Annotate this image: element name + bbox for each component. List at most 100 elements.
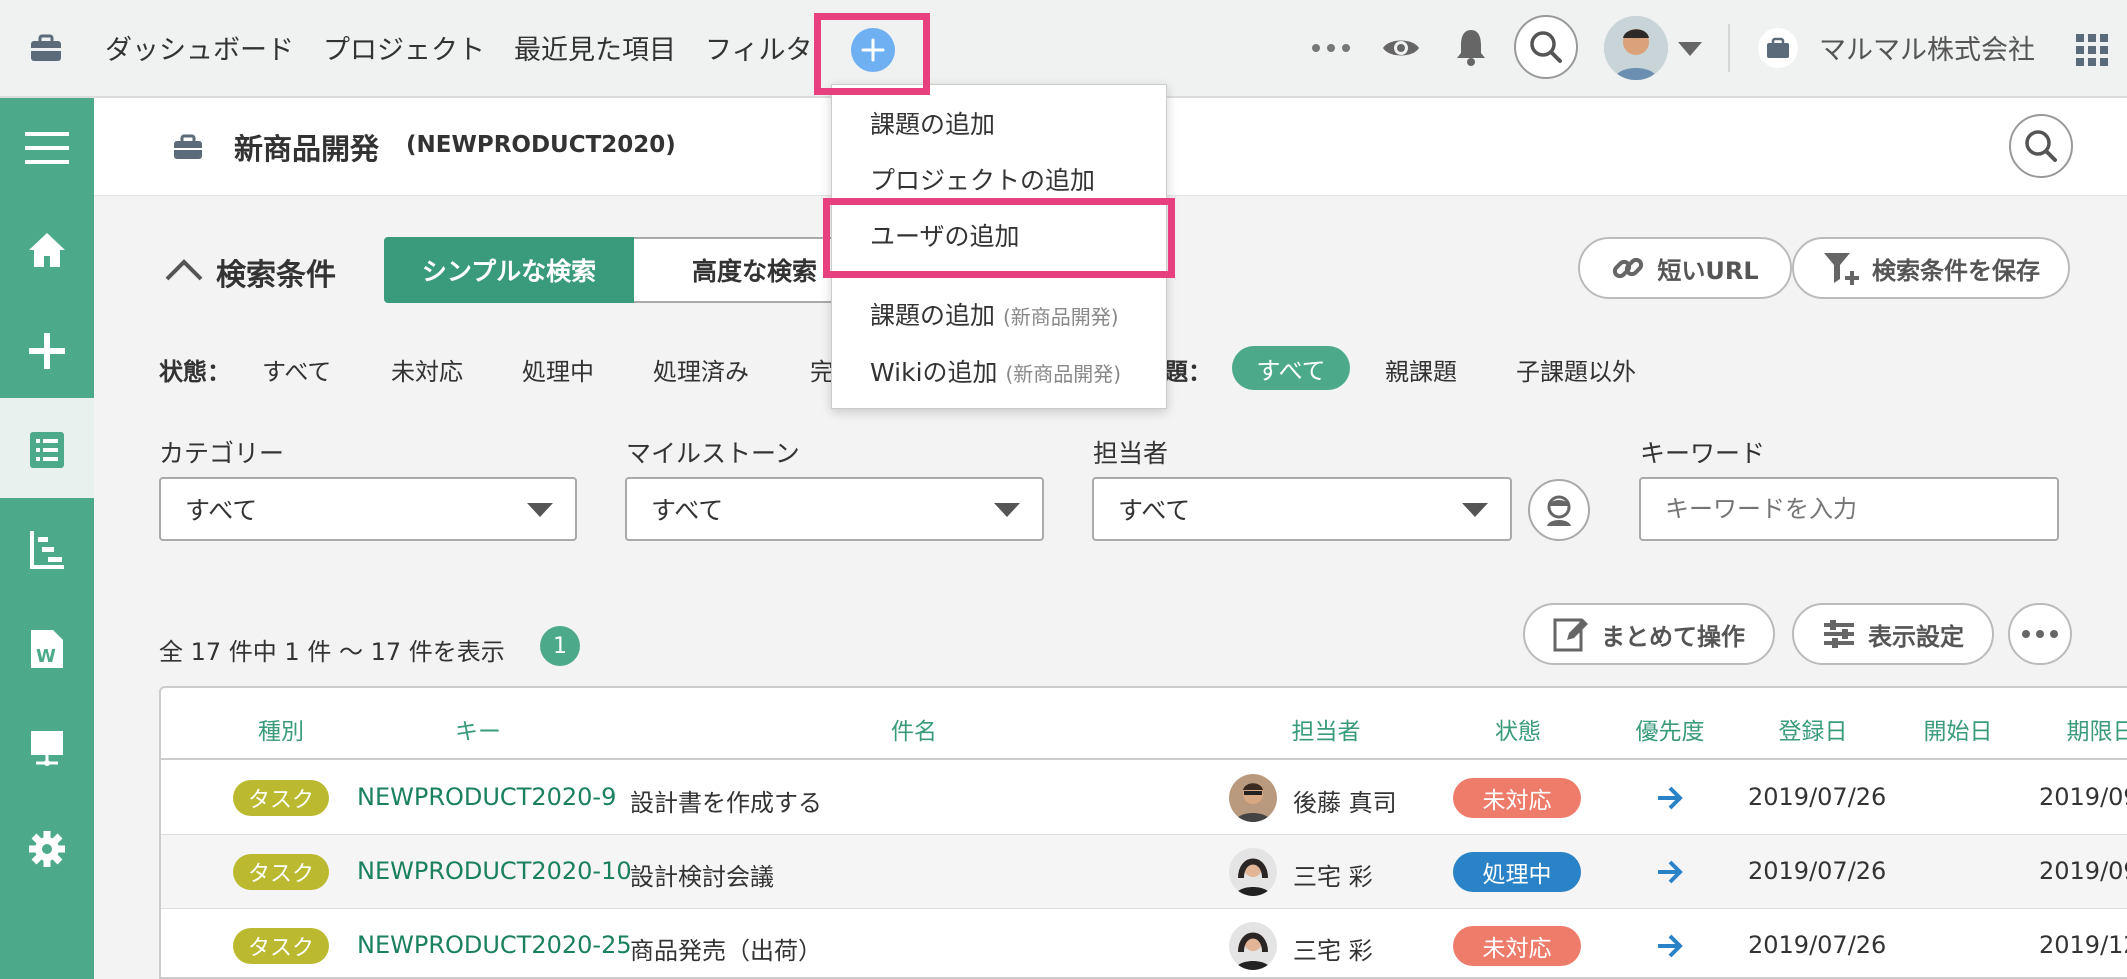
status-open[interactable]: 未対応 [391, 352, 463, 387]
settings-icon[interactable] [24, 826, 70, 872]
files-icon[interactable] [24, 726, 70, 770]
chevron-down-icon[interactable] [1677, 40, 1703, 58]
issues-list-icon[interactable] [24, 428, 70, 472]
milestone-select[interactable]: すべて [625, 477, 1044, 541]
apps-grid-icon[interactable] [2074, 32, 2110, 68]
col-subject[interactable]: 件名 [891, 712, 937, 746]
col-priority[interactable]: 優先度 [1636, 712, 1705, 746]
more-options-button[interactable] [2008, 603, 2072, 665]
nav-recent[interactable]: 最近見た項目 [514, 28, 676, 67]
project-search-icon[interactable] [2009, 114, 2073, 178]
menu-add-issue-project-note: (新商品開発) [1002, 305, 1119, 329]
category-select[interactable]: すべて [159, 477, 577, 541]
status-all[interactable]: すべて [262, 352, 331, 387]
table-row[interactable]: タスク NEWPRODUCT2020-9 設計書を作成する 後藤 真司 未対応 … [161, 761, 2127, 835]
more-icon[interactable] [1310, 40, 1352, 56]
issue-subject[interactable]: 設計書を作成する [630, 783, 822, 818]
bell-icon[interactable] [1451, 26, 1491, 68]
due-date: 2019/09 [2039, 783, 2127, 811]
home-icon[interactable] [24, 228, 70, 272]
company-name[interactable]: マルマル株式会社 [1819, 28, 2035, 67]
issue-type-tag: タスク [233, 854, 329, 890]
nav-projects[interactable]: プロジェクト [323, 28, 485, 67]
more-icon [2022, 630, 2058, 638]
due-date: 2019/12 [2039, 931, 2127, 959]
col-key[interactable]: キー [455, 712, 501, 746]
issue-key[interactable]: NEWPRODUCT2020-25 [357, 931, 632, 959]
menu-icon[interactable] [24, 128, 70, 168]
filter-plus-icon [1824, 253, 1859, 285]
arrow-right-icon [1658, 934, 1683, 958]
assignee-avatar [1229, 774, 1277, 822]
assignee-value: すべて [1118, 496, 1191, 525]
tab-advanced-search[interactable]: 高度な検索 [634, 237, 854, 303]
table-row[interactable]: タスク NEWPRODUCT2020-25 商品発売（出荷） 三宅 彩 未対応 … [161, 909, 2127, 977]
not-child[interactable]: 子課題以外 [1516, 352, 1636, 387]
menu-add-wiki-project[interactable]: Wikiの追加 (新商品開発) [870, 353, 1121, 389]
col-created[interactable]: 登録日 [1779, 712, 1848, 746]
briefcase-icon[interactable] [28, 32, 64, 64]
page-number: 1 [553, 633, 567, 659]
menu-add-issue-project[interactable]: 課題の追加 (新商品開発) [870, 296, 1119, 332]
status-resolved[interactable]: 処理済み [653, 352, 749, 387]
col-due[interactable]: 期限日 [2067, 712, 2127, 746]
display-settings-label: 表示設定 [1868, 622, 1964, 651]
add-icon[interactable] [24, 328, 70, 374]
menu-add-wiki-label: Wikiの追加 [870, 358, 998, 387]
menu-add-wiki-note: (新商品開発) [1005, 362, 1122, 386]
col-status[interactable]: 状態 [1495, 712, 1541, 746]
menu-add-project[interactable]: プロジェクトの追加 [870, 161, 1095, 197]
nav-dashboard[interactable]: ダッシュボード [105, 28, 294, 67]
wiki-icon[interactable]: W [24, 626, 70, 672]
short-url-label: 短いURL [1657, 256, 1759, 285]
search-icon[interactable] [1514, 15, 1578, 79]
parent-only[interactable]: 親課題 [1385, 352, 1457, 387]
col-assignee[interactable]: 担当者 [1292, 712, 1361, 746]
issue-type-tag: タスク [233, 928, 329, 964]
display-settings-button[interactable]: 表示設定 [1792, 603, 1994, 665]
arrow-right-icon [1658, 786, 1683, 810]
avatar[interactable] [1604, 16, 1668, 80]
milestone-label: マイルストーン [626, 439, 800, 468]
chevron-down-icon [994, 503, 1020, 517]
issue-key[interactable]: NEWPRODUCT2020-9 [357, 783, 616, 811]
bulk-edit-button[interactable]: まとめて操作 [1523, 603, 1775, 665]
status-badge: 処理中 [1453, 852, 1581, 892]
status-badge: 未対応 [1453, 926, 1581, 966]
col-type[interactable]: 種別 [258, 712, 304, 746]
parent-all-pill[interactable]: すべて [1232, 346, 1350, 390]
assignee-avatar [1229, 848, 1277, 896]
assignee-name: 三宅 彩 [1293, 863, 1373, 891]
chevron-up-icon[interactable] [164, 256, 204, 284]
app-window: ダッシュボード プロジェクト 最近見た項目 フィルタ マルマル株式会社 W 新商… [0, 0, 2127, 979]
table-row[interactable]: タスク NEWPRODUCT2020-10 設計検討会議 三宅 彩 処理中 20… [161, 835, 2127, 909]
save-search-label: 検索条件を保存 [1872, 256, 2040, 285]
plus-button-highlight [814, 13, 930, 95]
nav-filter[interactable]: フィルタ [705, 28, 812, 67]
project-key: (NEWPRODUCT2020) [406, 132, 676, 158]
gantt-icon[interactable] [24, 526, 70, 572]
assignee-select[interactable]: すべて [1092, 477, 1512, 541]
save-search-button[interactable]: 検索条件を保存 [1792, 237, 2070, 299]
chevron-down-icon [527, 503, 553, 517]
table-header: 種別 キー 件名 担当者 状態 優先度 登録日 開始日 期限日 [161, 688, 2127, 760]
page-badge[interactable]: 1 [540, 626, 580, 666]
search-title[interactable]: 検索条件 [216, 250, 336, 294]
col-start[interactable]: 開始日 [1924, 712, 1993, 746]
issue-key[interactable]: NEWPRODUCT2020-10 [357, 857, 632, 885]
svg-text:W: W [36, 646, 56, 667]
status-filter-label: 状態： [159, 358, 231, 386]
keyword-input[interactable] [1639, 477, 2059, 541]
arrow-right-icon [1658, 860, 1683, 884]
issue-subject[interactable]: 設計検討会議 [630, 857, 774, 892]
short-url-button[interactable]: 短いURL [1578, 237, 1792, 299]
project-name: 新商品開発 [234, 132, 380, 166]
issue-subject[interactable]: 商品発売（出荷） [630, 931, 822, 966]
status-badge: 未対応 [1453, 778, 1581, 818]
divider [1728, 24, 1730, 72]
tab-simple-search[interactable]: シンプルな検索 [384, 237, 634, 303]
assign-to-me-icon[interactable] [1528, 479, 1590, 541]
status-in-progress[interactable]: 処理中 [522, 352, 594, 387]
eye-icon[interactable] [1380, 30, 1422, 66]
menu-add-issue[interactable]: 課題の追加 [870, 105, 995, 141]
